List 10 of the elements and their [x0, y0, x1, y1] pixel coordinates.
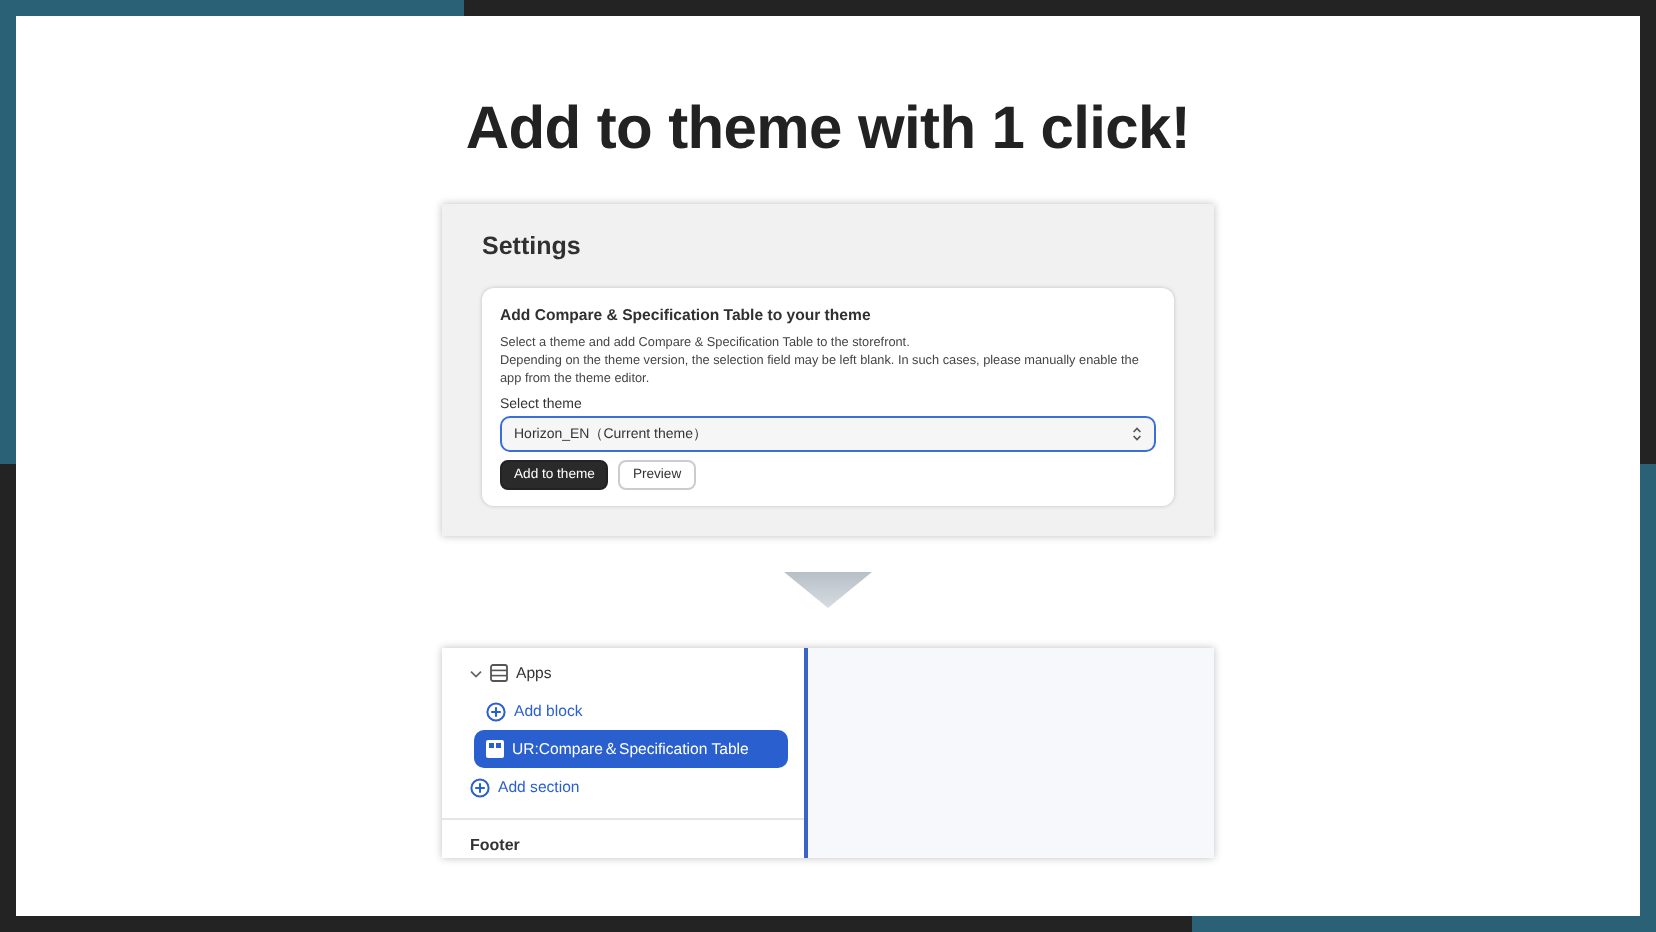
plus-circle-icon: [486, 701, 506, 721]
table-icon: [486, 740, 504, 758]
footer-section[interactable]: Footer: [442, 820, 804, 870]
slide-title: Add to theme with 1 click!: [465, 96, 1191, 164]
chevron-icon[interactable]: [470, 667, 482, 679]
up-down-icon: [1132, 426, 1142, 442]
stack-icon: [490, 664, 508, 682]
settings-heading: Settings: [482, 232, 583, 260]
down-arrow-icon: [784, 572, 872, 608]
plus-circle-icon: [470, 777, 490, 797]
